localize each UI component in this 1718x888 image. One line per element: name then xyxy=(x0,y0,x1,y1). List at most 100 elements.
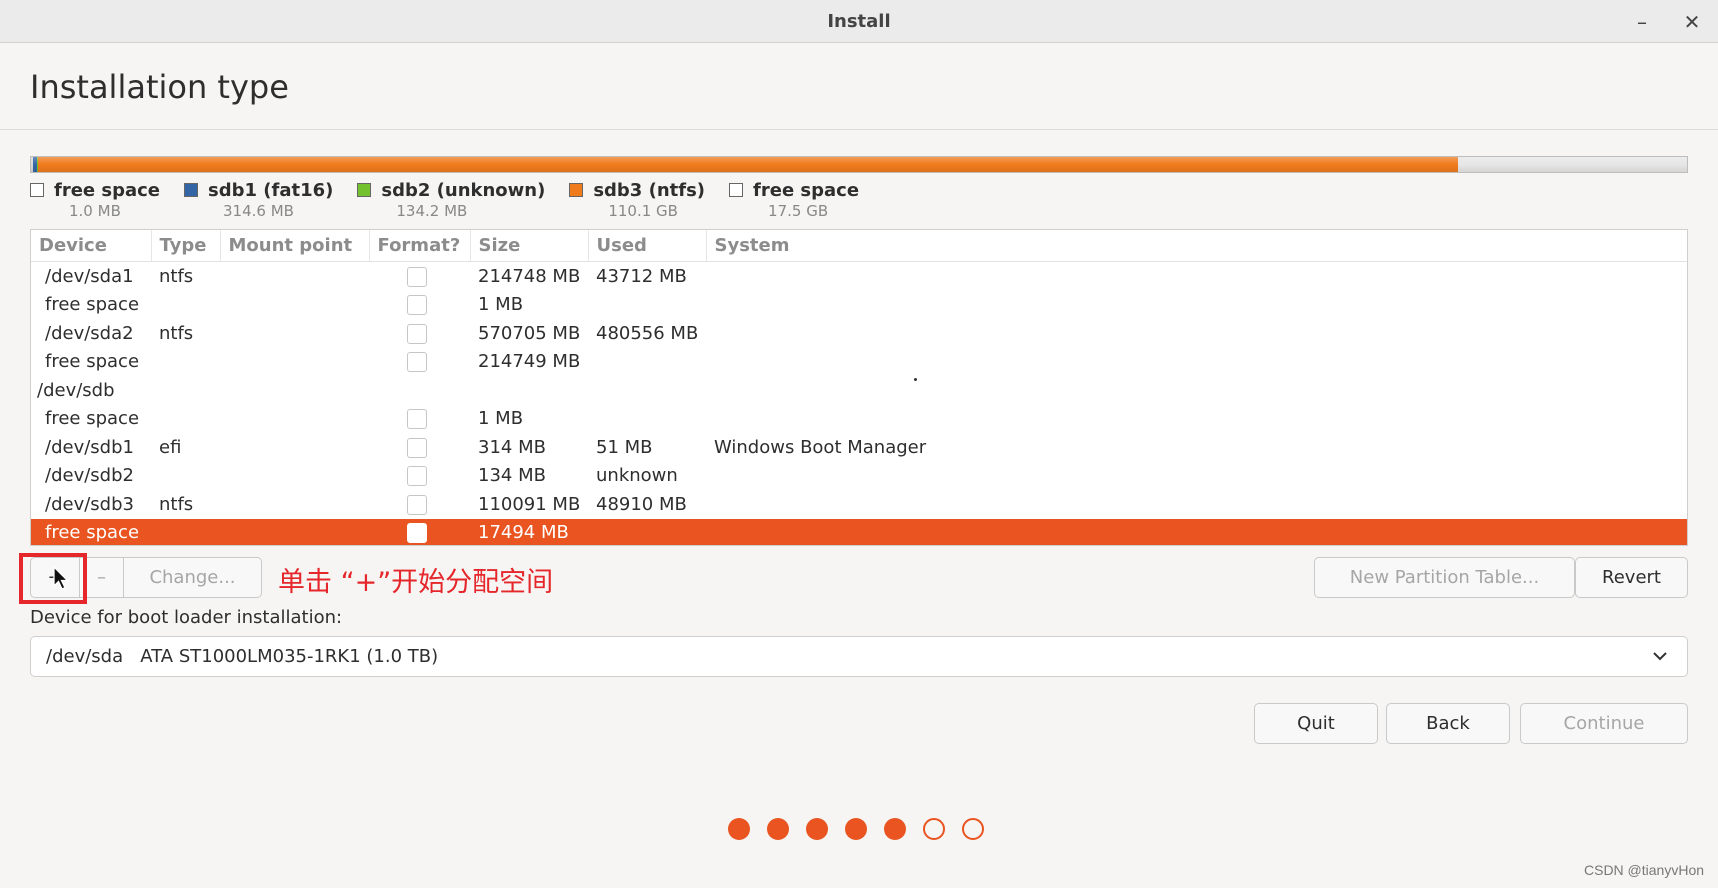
table-row[interactable]: /dev/sdb2 134 MB unknown xyxy=(31,462,1687,491)
format-checkbox[interactable] xyxy=(407,409,427,430)
window-title: Install xyxy=(827,11,891,32)
progress-dot xyxy=(923,818,945,840)
cell-size: 214748 MB xyxy=(478,265,581,287)
minus-icon: – xyxy=(97,567,106,588)
change-partition-button[interactable]: Change... xyxy=(124,557,262,598)
progress-dot xyxy=(962,818,984,840)
legend-swatch xyxy=(729,183,744,197)
cell-mount xyxy=(220,490,369,519)
cell-size: 570705 MB xyxy=(478,322,581,344)
cell-system xyxy=(706,319,1687,348)
column-header[interactable]: System xyxy=(706,230,1687,262)
table-row[interactable]: /dev/sda2 ntfs 570705 MB 480556 MB xyxy=(31,319,1687,348)
format-cell xyxy=(369,405,470,434)
cell-device: free space xyxy=(45,408,140,430)
cell-used: 51 MB xyxy=(596,436,653,458)
disk-bar-segment xyxy=(1458,157,1687,172)
continue-button[interactable]: Continue xyxy=(1520,703,1688,744)
cell-used xyxy=(588,376,706,405)
disk-legend: free space 1.0 MB sdb1 (fat16) 314.6 MB sdb2… xyxy=(30,180,883,220)
cell-device: free space xyxy=(45,294,140,316)
chevron-down-icon xyxy=(1653,652,1667,661)
table-row[interactable]: /dev/sdb xyxy=(31,376,1687,405)
progress-dots xyxy=(728,818,984,840)
cell-type xyxy=(151,291,220,320)
cell-device: free space xyxy=(31,518,151,545)
bootloader-device-select[interactable]: /dev/sda ATA ST1000LM035-1RK1 (1.0 TB) xyxy=(30,636,1688,677)
disk-bar-segment xyxy=(38,157,1459,172)
cell-mount xyxy=(220,319,369,348)
partition-table[interactable]: Device Type Mount point Format? Size Used Syst… xyxy=(30,229,1688,546)
cell-used: 43712 MB xyxy=(596,265,687,287)
format-checkbox[interactable] xyxy=(407,323,427,344)
close-button[interactable]: ✕ xyxy=(1678,8,1706,36)
format-cell xyxy=(369,291,470,320)
format-checkbox[interactable] xyxy=(407,494,427,515)
legend-size: 17.5 GB xyxy=(768,202,829,220)
revert-button[interactable]: Revert xyxy=(1575,557,1688,598)
table-row[interactable]: /dev/sdb1 efi 314 MB 51 MB Windows Boot Mana… xyxy=(31,433,1687,462)
table-body: /dev/sda1 ntfs 214748 MB 43712 MB free space… xyxy=(31,262,1687,545)
format-checkbox[interactable] xyxy=(407,266,427,287)
format-checkbox[interactable] xyxy=(407,466,427,487)
table-row[interactable]: free space 1 MB xyxy=(31,405,1687,434)
minimize-button[interactable]: – xyxy=(1628,8,1656,36)
cell-mount xyxy=(220,376,369,405)
column-header[interactable]: Mount point xyxy=(220,230,370,262)
progress-dot xyxy=(806,818,828,840)
cell-mount xyxy=(220,262,369,291)
cell-used xyxy=(588,518,706,545)
legend-size: 314.6 MB xyxy=(223,202,294,220)
quit-button[interactable]: Quit xyxy=(1254,703,1378,744)
table-row[interactable]: free space 214749 MB xyxy=(31,348,1687,377)
progress-dot xyxy=(845,818,867,840)
window-titlebar: Install – ✕ xyxy=(0,0,1718,43)
cell-mount xyxy=(220,462,369,491)
legend-swatch xyxy=(357,183,372,197)
format-checkbox[interactable] xyxy=(407,523,427,544)
format-cell xyxy=(369,433,470,462)
table-row[interactable]: /dev/sda1 ntfs 214748 MB 43712 MB xyxy=(31,262,1687,291)
format-cell xyxy=(369,376,470,405)
cell-type xyxy=(151,462,220,491)
legend-name: sdb3 (ntfs) xyxy=(593,180,706,201)
cell-type xyxy=(151,518,220,545)
table-row[interactable]: free space 17494 MB xyxy=(31,518,1687,545)
format-checkbox[interactable] xyxy=(407,437,427,458)
cell-mount xyxy=(220,291,369,320)
legend-size: 110.1 GB xyxy=(608,202,678,220)
table-row[interactable]: free space 1 MB xyxy=(31,291,1687,320)
cell-type xyxy=(151,376,220,405)
cell-used xyxy=(588,348,706,377)
legend-name: free space xyxy=(54,180,161,201)
format-checkbox[interactable] xyxy=(407,295,427,316)
cell-type: efi xyxy=(159,436,182,458)
format-checkbox[interactable] xyxy=(407,352,427,373)
cell-size: 1 MB xyxy=(478,294,524,316)
cell-size: 214749 MB xyxy=(478,351,581,373)
back-button[interactable]: Back xyxy=(1386,703,1510,744)
format-cell xyxy=(369,518,470,545)
table-row[interactable]: /dev/sdb3 ntfs 110091 MB 48910 MB xyxy=(31,490,1687,519)
legend-item: sdb1 (fat16) 314.6 MB xyxy=(184,180,333,220)
legend-item: free space 1.0 MB xyxy=(30,180,160,220)
column-header[interactable]: Size xyxy=(470,230,589,262)
column-header[interactable]: Device xyxy=(31,230,152,262)
legend-swatch xyxy=(30,183,44,197)
watermark: CSDN @tianyvHon xyxy=(1584,862,1705,878)
legend-name: sdb1 (fat16) xyxy=(208,180,334,201)
column-header[interactable]: Type xyxy=(151,230,221,262)
column-header[interactable]: Used xyxy=(588,230,707,262)
cell-device: /dev/sdb1 xyxy=(45,436,134,458)
progress-dot xyxy=(728,818,750,840)
column-header[interactable]: Format? xyxy=(369,230,471,262)
cell-type: ntfs xyxy=(159,265,194,287)
cell-device: /dev/sdb xyxy=(37,379,115,401)
bootloader-label: Device for boot loader installation: xyxy=(30,607,343,628)
cell-system xyxy=(706,262,1687,291)
cell-size: 17494 MB xyxy=(470,518,588,545)
cell-used: 48910 MB xyxy=(596,493,687,515)
new-partition-table-button[interactable]: New Partition Table... xyxy=(1314,557,1575,598)
cell-type: ntfs xyxy=(159,493,194,515)
cell-system xyxy=(706,490,1687,519)
